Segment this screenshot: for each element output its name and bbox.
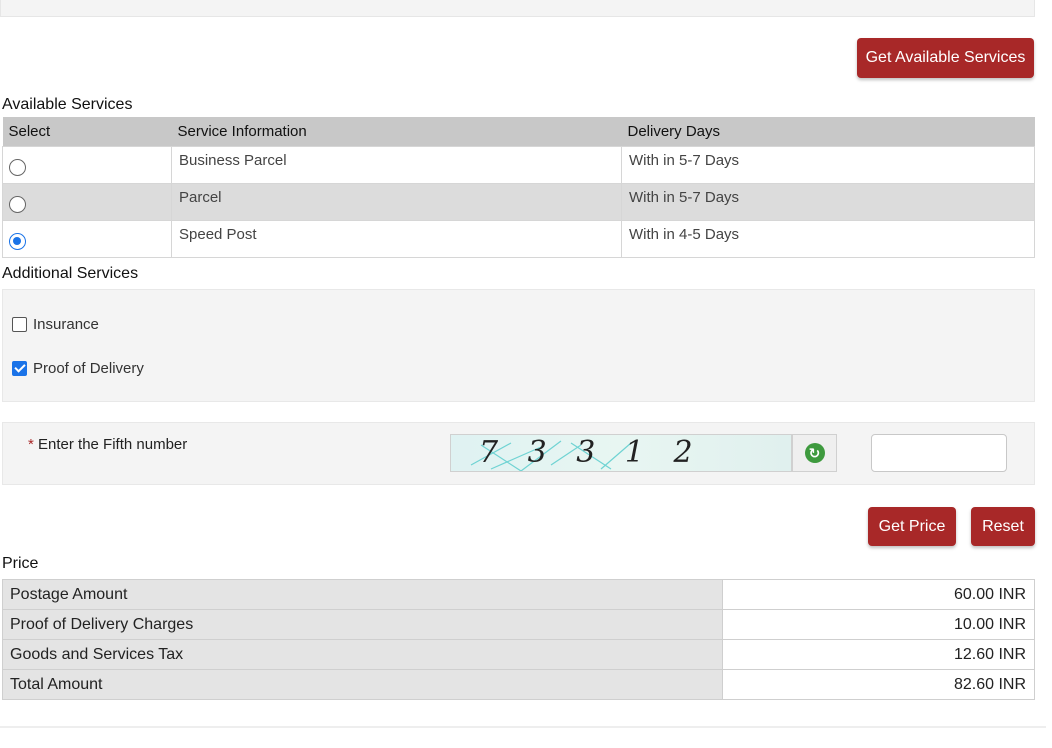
price-title: Price	[2, 555, 39, 572]
services-table: Select Service Information Delivery Days…	[2, 117, 1035, 258]
price-value: 12.60 INR	[722, 639, 1035, 670]
service-name: Speed Post	[171, 219, 622, 258]
required-mark: *	[28, 436, 34, 453]
service-radio-parcel[interactable]	[9, 195, 26, 213]
price-label: Postage Amount	[2, 579, 723, 610]
service-radio-speed-post[interactable]	[9, 232, 26, 250]
captcha-label-row: * Enter the Fifth number	[28, 436, 187, 453]
insurance-label: Insurance	[33, 316, 99, 333]
price-label: Goods and Services Tax	[2, 639, 723, 670]
service-name: Business Parcel	[171, 145, 622, 184]
reset-button[interactable]: Reset	[971, 507, 1035, 546]
total-value: 82.60 INR	[722, 669, 1035, 700]
services-header-row: Select Service Information Delivery Days	[2, 117, 1035, 146]
available-services-title: Available Services	[2, 96, 133, 113]
service-name: Parcel	[171, 182, 622, 221]
price-value: 10.00 INR	[722, 609, 1035, 640]
additional-services-panel	[2, 289, 1035, 402]
get-available-services-button[interactable]: Get Available Services	[857, 38, 1034, 78]
select-cell	[2, 219, 172, 258]
price-value: 60.00 INR	[722, 579, 1035, 610]
service-row: Parcel With in 5-7 Days	[2, 182, 1035, 221]
select-cell	[2, 182, 172, 221]
service-row: Business Parcel With in 5-7 Days	[2, 145, 1035, 184]
top-panel	[0, 0, 1035, 17]
price-label: Proof of Delivery Charges	[2, 609, 723, 640]
refresh-icon: ↻	[804, 443, 825, 463]
captcha-input[interactable]	[871, 434, 1007, 472]
header-select: Select	[2, 117, 172, 146]
delivery-days: With in 5-7 Days	[621, 145, 1035, 184]
price-row: Postage Amount 60.00 INR	[2, 579, 1035, 610]
service-row: Speed Post With in 4-5 Days	[2, 219, 1035, 258]
bottom-divider	[0, 726, 1046, 728]
total-label: Total Amount	[2, 669, 723, 700]
insurance-option[interactable]: Insurance	[12, 316, 99, 333]
insurance-checkbox[interactable]	[12, 317, 27, 332]
price-row: Total Amount 82.60 INR	[2, 669, 1035, 700]
select-cell	[2, 145, 172, 184]
captcha-text: 7 3 3 1 2	[479, 435, 703, 470]
price-row: Goods and Services Tax 12.60 INR	[2, 639, 1035, 670]
price-row: Proof of Delivery Charges 10.00 INR	[2, 609, 1035, 640]
proof-of-delivery-checkbox[interactable]	[12, 361, 27, 376]
service-radio-business-parcel[interactable]	[9, 158, 26, 176]
captcha-label: Enter the Fifth number	[38, 436, 188, 453]
header-delivery-days: Delivery Days	[621, 117, 1035, 146]
proof-of-delivery-option[interactable]: Proof of Delivery	[12, 360, 144, 377]
proof-of-delivery-label: Proof of Delivery	[33, 360, 144, 377]
captcha-refresh-button[interactable]: ↻	[792, 434, 837, 472]
captcha-image: 7 3 3 1 2	[450, 434, 792, 472]
additional-services-title: Additional Services	[2, 265, 139, 282]
get-price-button[interactable]: Get Price	[868, 507, 956, 546]
delivery-days: With in 5-7 Days	[621, 182, 1035, 221]
header-service-information: Service Information	[171, 117, 622, 146]
price-table: Postage Amount 60.00 INR Proof of Delive…	[2, 579, 1035, 700]
delivery-days: With in 4-5 Days	[621, 219, 1035, 258]
